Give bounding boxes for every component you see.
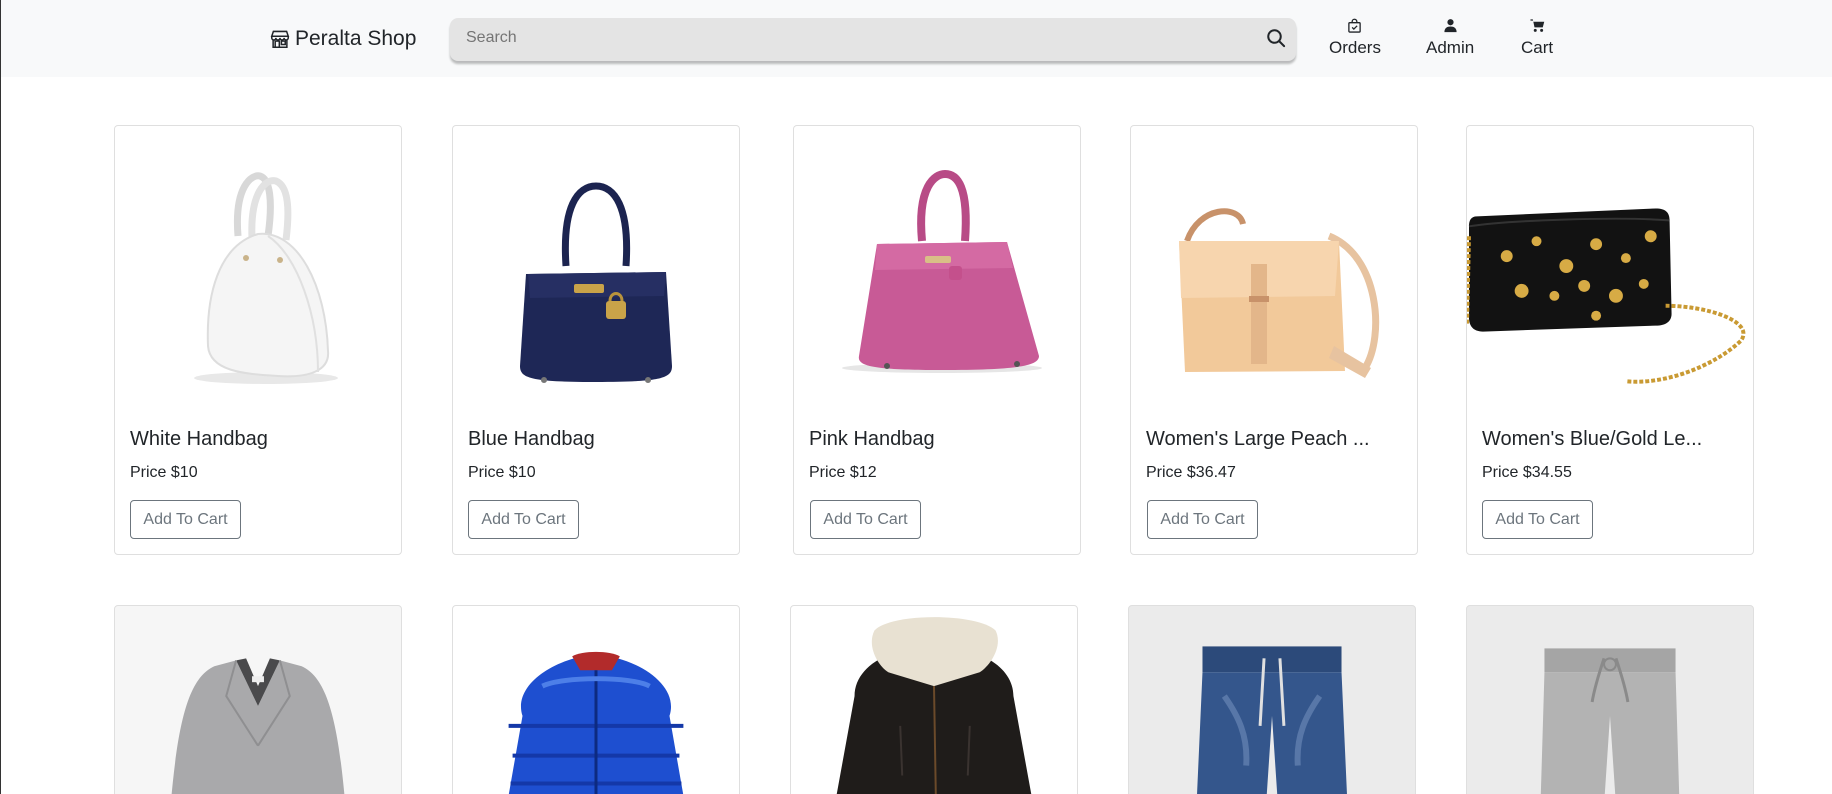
brand-link[interactable]: Peralta Shop: [269, 24, 416, 54]
search-bar: [450, 18, 1296, 61]
pink-handbag-image: [842, 169, 1042, 373]
product-name[interactable]: Blue Handbag: [468, 428, 595, 451]
product-image: [1129, 606, 1415, 794]
nav-cart-label: Cart: [1521, 38, 1554, 57]
product-image: [115, 126, 401, 416]
search-icon[interactable]: [1266, 28, 1286, 48]
add-to-cart-button[interactable]: Add To Cart: [468, 500, 579, 539]
product-name[interactable]: Women's Large Peach ...: [1146, 428, 1370, 451]
product-image: [1131, 126, 1417, 416]
product-price: Price $34.55: [1482, 464, 1572, 481]
nav-orders-label: Orders: [1329, 38, 1381, 57]
nav-cart-link[interactable]: Cart: [1521, 18, 1553, 58]
product-image: [115, 606, 401, 794]
product-price: Price $36.47: [1146, 464, 1236, 481]
white-handbag-image: [194, 172, 338, 384]
product-image: [1467, 606, 1753, 794]
blue-puffer-jacket-image: [508, 651, 684, 794]
product-card: Women's Blue/Gold Le... Price $34.55 Add…: [1466, 125, 1754, 555]
product-card: [1466, 605, 1754, 794]
search-input[interactable]: [466, 18, 1246, 58]
add-to-cart-button[interactable]: Add To Cart: [810, 500, 921, 539]
product-price: Price $10: [130, 464, 198, 481]
product-name[interactable]: Women's Blue/Gold Le...: [1482, 428, 1702, 451]
grey-coat-image: [171, 658, 345, 794]
product-card: [452, 605, 740, 794]
denim-joggers-image: [1197, 646, 1347, 794]
bag-check-icon: [1348, 18, 1362, 33]
nav-admin-link[interactable]: Admin: [1426, 18, 1474, 58]
product-image: [453, 606, 739, 794]
grey-sweatpants-image: [1540, 648, 1680, 794]
add-to-cart-button[interactable]: Add To Cart: [1147, 500, 1258, 539]
product-card: Blue Handbag Price $10 Add To Cart: [452, 125, 740, 555]
person-icon: [1444, 19, 1457, 33]
product-price: Price $12: [809, 464, 877, 481]
blue-handbag-image: [520, 182, 672, 383]
add-to-cart-button[interactable]: Add To Cart: [130, 500, 241, 539]
peach-bag-image: [1179, 208, 1380, 378]
product-price: Price $10: [468, 464, 536, 481]
product-card: [114, 605, 402, 794]
product-card: White Handbag Price $10 Add To Cart: [114, 125, 402, 555]
shop-icon: [270, 30, 290, 49]
product-image: [794, 126, 1080, 416]
product-card: [1128, 605, 1416, 794]
product-card: Women's Large Peach ... Price $36.47 Add…: [1130, 125, 1418, 555]
black-gold-clutch-image: [1467, 208, 1746, 384]
cart-icon: [1530, 19, 1544, 32]
navbar: Peralta Shop Orders Admin Cart: [1, 0, 1832, 77]
brand-name: Peralta Shop: [295, 27, 417, 50]
black-leather-jacket-image: [836, 617, 1032, 794]
add-to-cart-button[interactable]: Add To Cart: [1482, 500, 1593, 539]
product-name[interactable]: Pink Handbag: [809, 428, 935, 451]
product-image: [791, 606, 1077, 794]
nav-orders-link[interactable]: Orders: [1329, 18, 1381, 58]
product-name[interactable]: White Handbag: [130, 428, 268, 451]
product-card: [790, 605, 1078, 794]
product-card: Pink Handbag Price $12 Add To Cart: [793, 125, 1081, 555]
product-image: [453, 126, 739, 416]
product-image: [1467, 126, 1753, 416]
nav-admin-label: Admin: [1426, 38, 1475, 57]
